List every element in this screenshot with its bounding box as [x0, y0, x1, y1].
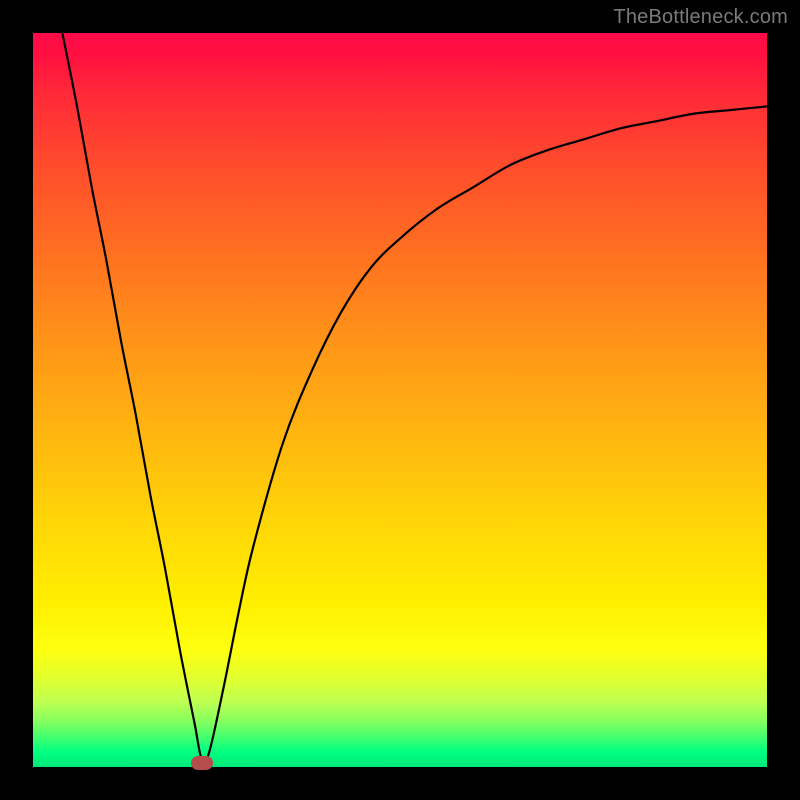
curve-svg [33, 33, 767, 767]
bottleneck-curve [62, 33, 767, 763]
chart-container: TheBottleneck.com [0, 0, 800, 800]
minimum-marker [191, 756, 213, 770]
attribution-text: TheBottleneck.com [613, 6, 788, 29]
plot-area [33, 33, 767, 767]
